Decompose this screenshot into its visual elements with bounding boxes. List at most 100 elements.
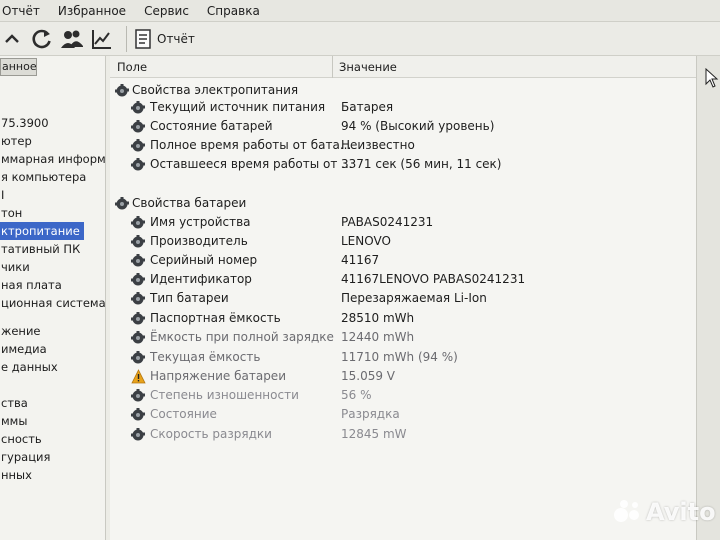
mouse-cursor-icon xyxy=(705,68,719,88)
battery-icon xyxy=(131,157,146,172)
table-row[interactable]: Текущий источник питания Батарея xyxy=(110,98,696,117)
field-value: Перезаряжаемая Li-Ion xyxy=(341,291,487,305)
column-divider[interactable] xyxy=(332,56,333,78)
battery-icon xyxy=(131,427,146,442)
watermark-text: Avito xyxy=(646,498,716,526)
field-label: Идентификатор xyxy=(150,272,252,286)
battery-icon xyxy=(131,311,146,326)
field-label: Паспортная ёмкость xyxy=(150,311,281,325)
field-value: Батарея xyxy=(341,100,394,114)
field-label: Оставшееся время работы от ... xyxy=(150,157,353,171)
tree-item[interactable]: тон xyxy=(0,204,22,222)
table-row[interactable]: Текущая ёмкость 11710 mWh (94 %) xyxy=(110,348,696,367)
field-value: 15.059 V xyxy=(341,369,396,383)
field-value: PABAS0241231 xyxy=(341,215,434,229)
column-header-field[interactable]: Поле xyxy=(117,60,147,74)
tree-item[interactable]: я компьютера xyxy=(0,168,86,186)
field-value: Неизвестно xyxy=(341,138,415,152)
group-header[interactable]: Свойства батареи xyxy=(110,194,696,213)
tree-item[interactable]: чики xyxy=(0,258,30,276)
tree-item[interactable]: ммы xyxy=(0,412,27,430)
tree-item[interactable]: гурация xyxy=(0,448,50,466)
table-row[interactable]: Напряжение батареи 15.059 V xyxy=(110,367,696,386)
field-value: 28510 mWh xyxy=(341,311,415,325)
table-row[interactable]: Оставшееся время работы от ... 3371 сек (… xyxy=(110,155,696,174)
field-label: Серийный номер xyxy=(150,253,258,267)
field-value: LENOVO xyxy=(341,234,391,248)
field-value: Разрядка xyxy=(341,407,400,421)
tree-item[interactable]: имедиа xyxy=(0,340,47,358)
menu-service[interactable]: Сервис xyxy=(144,4,189,18)
toolbar: Отчёт xyxy=(0,22,720,56)
column-headers: Поле Значение xyxy=(110,56,696,78)
field-label: Имя устройства xyxy=(150,215,251,229)
field-label: Степень изношенности xyxy=(150,388,299,402)
table-row[interactable]: Состояние Разрядка xyxy=(110,405,696,424)
battery-icon xyxy=(115,83,130,98)
up-chevron-icon[interactable] xyxy=(0,27,24,51)
table-row[interactable]: Степень изношенности 56 % xyxy=(110,386,696,405)
table-row[interactable]: Тип батареи Перезаряжаемая Li-Ion xyxy=(110,289,696,308)
battery-icon xyxy=(131,119,146,134)
column-header-value[interactable]: Значение xyxy=(339,60,397,74)
tree-panel: анное 75.3900 ютер ммарная информа я компью… xyxy=(0,56,106,540)
table-row[interactable]: Ёмкость при полной зарядке 12440 mWh xyxy=(110,328,696,347)
tab-favorites[interactable]: анное xyxy=(0,58,37,76)
battery-icon xyxy=(131,388,146,403)
field-value: 12440 mWh xyxy=(341,330,415,344)
details-list: Поле Значение Свойства электропитания Тек… xyxy=(110,56,696,540)
battery-icon xyxy=(115,196,130,211)
field-label: Текущий источник питания xyxy=(150,100,326,114)
document-icon xyxy=(135,28,151,49)
warning-icon xyxy=(131,369,146,384)
menu-help[interactable]: Справка xyxy=(207,4,260,18)
chart-icon[interactable] xyxy=(90,27,114,51)
battery-icon xyxy=(131,350,146,365)
tree-item[interactable]: е данных xyxy=(0,358,58,376)
report-button[interactable]: Отчёт xyxy=(135,28,195,49)
table-row[interactable]: Производитель LENOVO xyxy=(110,232,696,251)
tree-item[interactable]: ктропитание xyxy=(0,222,84,240)
tree-item[interactable]: 75.3900 xyxy=(0,114,49,132)
scroll-area[interactable] xyxy=(696,56,720,540)
tree-item[interactable]: тативный ПК xyxy=(0,240,80,258)
table-row[interactable]: Серийный номер 41167 xyxy=(110,251,696,270)
tree-item[interactable]: ютер xyxy=(0,132,32,150)
tree-item[interactable]: сность xyxy=(0,430,42,448)
table-row[interactable]: Скорость разрядки 12845 mW xyxy=(110,425,696,444)
field-value: 94 % (Высокий уровень) xyxy=(341,119,495,133)
tree-item[interactable]: ционная система xyxy=(0,294,105,312)
field-label: Ёмкость при полной зарядке xyxy=(150,330,334,344)
battery-icon xyxy=(131,100,146,115)
tree-item[interactable]: ммарная информа xyxy=(0,150,105,168)
menu-favorites[interactable]: Избранное xyxy=(58,4,126,18)
table-row[interactable]: Полное время работы от бата... Неизвестно xyxy=(110,136,696,155)
users-icon[interactable] xyxy=(60,27,84,51)
tree-item[interactable]: ства xyxy=(0,394,28,412)
avito-logo-icon xyxy=(614,500,639,522)
menu-bar: Отчёт Избранное Сервис Справка xyxy=(0,0,720,22)
battery-icon xyxy=(131,138,146,153)
table-row[interactable]: Идентификатор 41167LENOVO PABAS0241231 xyxy=(110,270,696,289)
watermark-logo: Avito xyxy=(612,498,716,526)
battery-icon xyxy=(131,272,146,287)
field-label: Скорость разрядки xyxy=(150,427,272,441)
table-row[interactable]: Паспортная ёмкость 28510 mWh xyxy=(110,309,696,328)
tree-item[interactable]: ная плата xyxy=(0,276,62,294)
menu-report[interactable]: Отчёт xyxy=(2,4,40,18)
field-value: 12845 mW xyxy=(341,427,407,441)
table-row[interactable]: Состояние батарей 94 % (Высокий уровень) xyxy=(110,117,696,136)
field-label: Производитель xyxy=(150,234,248,248)
field-value: 41167 xyxy=(341,253,380,267)
field-value: 41167LENOVO PABAS0241231 xyxy=(341,272,526,286)
refresh-icon[interactable] xyxy=(30,27,54,51)
field-label: Состояние батарей xyxy=(150,119,273,133)
group-title: Свойства батареи xyxy=(132,196,247,210)
table-row[interactable]: Имя устройства PABAS0241231 xyxy=(110,213,696,232)
tree-item[interactable]: I xyxy=(0,186,4,204)
battery-icon xyxy=(131,215,146,230)
battery-icon xyxy=(131,407,146,422)
report-button-label: Отчёт xyxy=(157,31,195,46)
tree-item[interactable]: жение xyxy=(0,322,41,340)
tree-item[interactable]: нных xyxy=(0,466,32,484)
